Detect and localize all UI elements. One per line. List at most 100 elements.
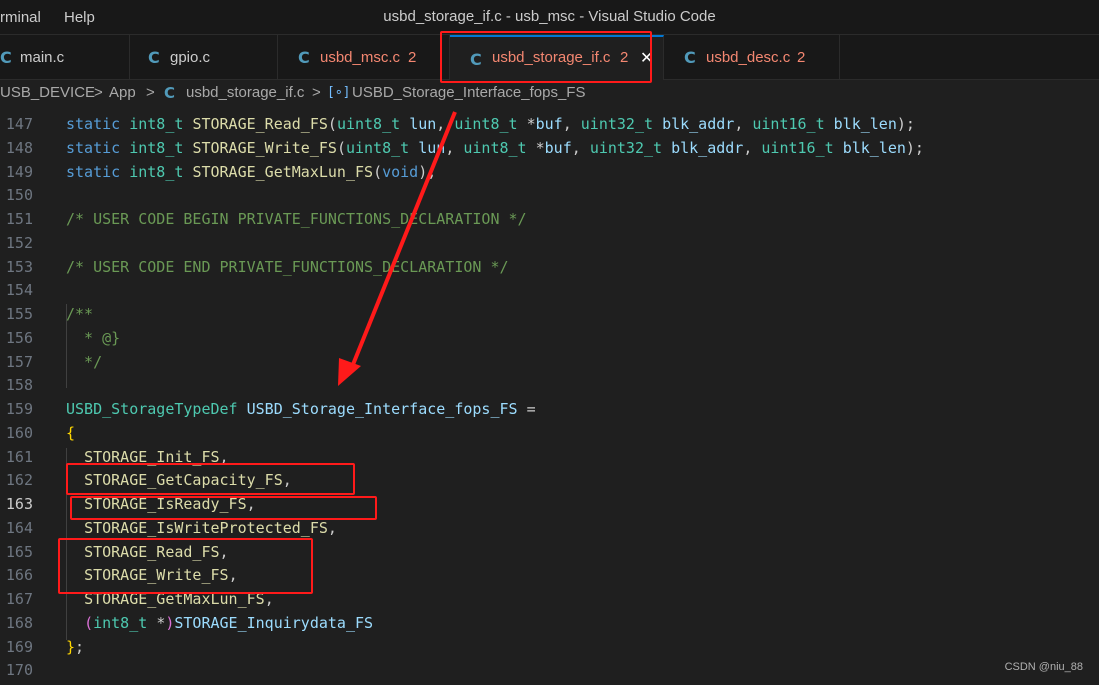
code-token: STORAGE_GetMaxLun_FS — [192, 162, 374, 181]
code-token: uint32_t — [580, 115, 663, 133]
breadcrumb: USB_DEVICE > App > C usbd_storage_if.c >… — [0, 82, 1099, 106]
annotation-box-getcapacity — [66, 463, 355, 495]
code-line[interactable]: 153 /* USER CODE END PRIVATE_FUNCTIONS_DE… — [0, 258, 1099, 282]
code-token: uint8_t — [336, 115, 410, 133]
code-token: uint16_t — [752, 115, 834, 133]
code-token: , — [445, 138, 464, 157]
breadcrumb-usb-device[interactable]: USB_DEVICE — [0, 84, 95, 101]
line-number: 162 — [5, 471, 33, 490]
annotation-box-tab — [440, 31, 652, 83]
code-token: /* USER CODE BEGIN PRIVATE_FUNCTIONS_DEC… — [66, 210, 527, 228]
code-line[interactable]: 157 */ — [0, 353, 1099, 377]
code-token: ); — [896, 115, 915, 133]
code-token: STORAGE_Read_FS — [192, 115, 328, 133]
tab-main-c[interactable]: C main.c — [0, 35, 130, 79]
c-file-icon: C — [684, 48, 696, 67]
code-line[interactable]: 170 — [0, 661, 1099, 685]
code-token: int8_t — [129, 138, 193, 157]
code-line[interactable]: 151 /* USER CODE BEGIN PRIVATE_FUNCTIONS_… — [0, 210, 1099, 234]
breadcrumb-app[interactable]: App — [109, 84, 136, 101]
code-token: /* USER CODE END PRIVATE_FUNCTIONS_DECLA… — [66, 257, 509, 276]
code-token: * @} — [66, 328, 121, 347]
line-number: 153 — [5, 257, 33, 276]
watermark: CSDN @niu_88 — [1004, 661, 1083, 673]
symbol-variable-icon: [∘] — [327, 85, 351, 100]
code-token: * — [526, 115, 536, 133]
code-token: USBD_Storage_Interface_fops_FS — [246, 400, 518, 418]
code-token: lun — [418, 138, 446, 157]
tab-usbd-msc-c[interactable]: C usbd_msc.c 2 — [278, 35, 450, 79]
code-token: , — [562, 115, 581, 133]
tab-gpio-c[interactable]: C gpio.c — [130, 35, 278, 79]
line-number: 154 — [5, 281, 33, 300]
breadcrumb-symbol[interactable]: USBD_Storage_Interface_fops_FS — [352, 84, 585, 101]
code-line[interactable]: 169}; — [0, 638, 1099, 662]
code-token: * — [156, 613, 166, 632]
code-token: { — [66, 423, 76, 442]
code-line[interactable]: 152 — [0, 234, 1099, 258]
line-number: 152 — [5, 233, 33, 252]
code-line[interactable]: 149 static int8_t STORAGE_GetMaxLun_FS(vo… — [0, 163, 1099, 187]
code-token: ( — [84, 613, 94, 632]
annotation-box-isready — [70, 496, 377, 520]
line-number: 158 — [5, 376, 33, 395]
code-line[interactable]: 148 static int8_t STORAGE_Write_FS(uint8_… — [0, 139, 1099, 163]
code-line[interactable]: 168 (int8_t *)STORAGE_Inquirydata_FS — [0, 614, 1099, 638]
code-line[interactable]: 160 { — [0, 424, 1099, 448]
code-token: ( — [327, 115, 337, 133]
line-number: 169 — [5, 637, 33, 656]
tab-label: usbd_desc.c — [706, 49, 791, 66]
code-token: uint8_t — [454, 115, 527, 133]
code-text: STORAGE_IsWriteProtected_FS, — [66, 519, 337, 537]
code-line[interactable]: 156 * @} — [0, 329, 1099, 353]
code-token: , — [571, 138, 590, 157]
code-token: int8_t — [93, 613, 157, 632]
breadcrumb-file[interactable]: usbd_storage_if.c — [186, 84, 304, 101]
code-token: static — [66, 115, 130, 133]
code-text: (int8_t *)STORAGE_Inquirydata_FS — [66, 614, 373, 632]
code-line[interactable]: 147 static int8_t STORAGE_Read_FS(uint8_t… — [0, 115, 1099, 139]
window-title: usbd_storage_if.c - usb_msc - Visual Stu… — [383, 8, 716, 25]
code-token: uint16_t — [761, 138, 843, 157]
line-number: 161 — [5, 447, 33, 466]
code-token: uint8_t — [345, 138, 419, 157]
line-number: 156 — [5, 328, 33, 347]
code-token: = — [517, 400, 536, 418]
code-line[interactable]: 159 USBD_StorageTypeDef USBD_Storage_Inte… — [0, 400, 1099, 424]
line-number: 148 — [5, 138, 33, 157]
line-number: 170 — [5, 661, 33, 680]
code-token: buf — [544, 138, 572, 157]
chevron-right-icon: > — [146, 84, 155, 101]
code-token: blk_len — [833, 115, 897, 133]
code-text: }; — [66, 638, 84, 656]
line-number: 165 — [5, 542, 33, 561]
code-token: , — [327, 518, 337, 537]
line-number: 168 — [5, 613, 33, 632]
code-editor[interactable]: 147 static int8_t STORAGE_Read_FS(uint8_t… — [0, 106, 1099, 683]
line-number: 159 — [5, 400, 33, 418]
code-token: STORAGE_Write_FS — [192, 138, 337, 157]
code-token: ( — [373, 162, 383, 181]
tab-usbd-desc-c[interactable]: C usbd_desc.c 2 — [664, 35, 840, 79]
line-number: 166 — [5, 566, 33, 585]
c-file-icon: C — [298, 48, 310, 67]
code-text: /* USER CODE END PRIVATE_FUNCTIONS_DECLA… — [66, 258, 509, 276]
code-line[interactable]: 150 — [0, 186, 1099, 210]
code-token: ; — [75, 637, 85, 656]
code-line[interactable]: 158 — [0, 376, 1099, 400]
code-token: blk_addr — [671, 138, 744, 157]
code-token: uint8_t — [463, 138, 536, 157]
code-text: /* USER CODE BEGIN PRIVATE_FUNCTIONS_DEC… — [66, 210, 527, 228]
code-line[interactable]: 155 /** — [0, 305, 1099, 329]
title-bar: rminal Help usbd_storage_if.c - usb_msc … — [0, 0, 1099, 35]
line-number: 150 — [5, 186, 33, 205]
code-token: static — [66, 162, 130, 181]
code-text: /** — [66, 305, 93, 323]
code-token: blk_len — [842, 138, 906, 157]
code-token: , — [734, 115, 753, 133]
code-token: /** — [66, 305, 94, 323]
code-token: int8_t — [129, 115, 193, 133]
code-line[interactable]: 154 — [0, 281, 1099, 305]
